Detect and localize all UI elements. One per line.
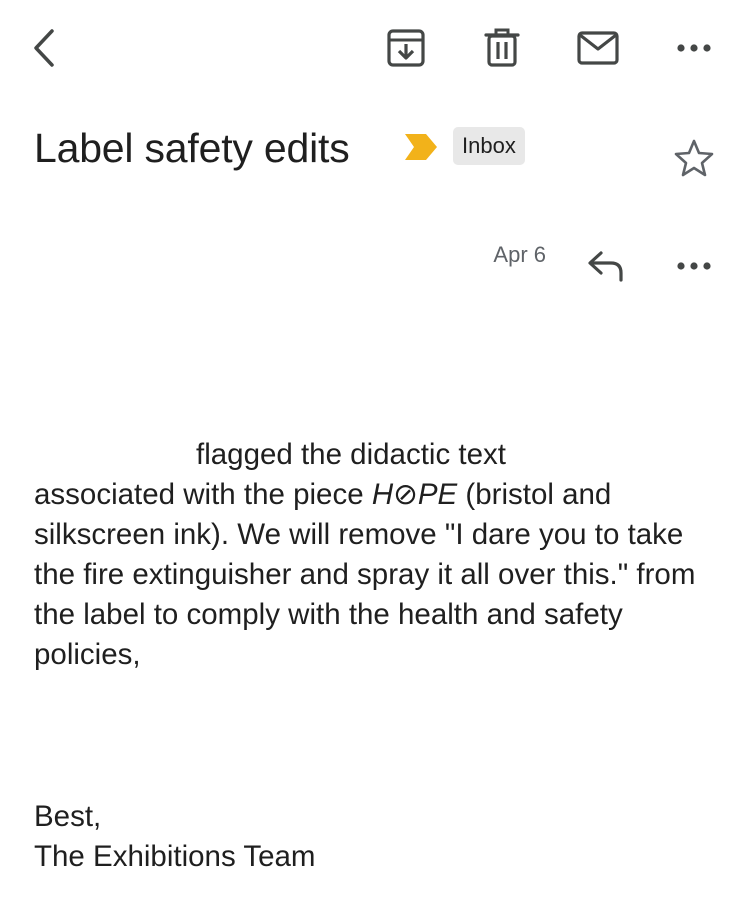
body-line-1: flagged the didactic text <box>196 438 506 471</box>
importance-marker[interactable] <box>404 133 438 166</box>
trash-icon <box>484 28 520 67</box>
message-date: Apr 6 <box>493 242 546 267</box>
reply-icon <box>588 251 623 282</box>
importance-icon <box>405 134 437 160</box>
inbox-label-chip[interactable]: Inbox <box>453 127 525 165</box>
back-button[interactable] <box>17 20 73 76</box>
star-button[interactable] <box>666 130 722 186</box>
body-text-before-title: associated with the piece <box>34 478 372 511</box>
signature: The Exhibitions Team <box>34 840 316 873</box>
archive-icon <box>387 29 425 67</box>
body-paragraph: associated with the piece H⊘PE (bristol … <box>34 475 724 675</box>
chevron-left-icon <box>34 29 54 67</box>
more-horizontal-icon <box>677 262 711 270</box>
mark-unread-button[interactable] <box>570 20 626 76</box>
mail-icon <box>577 31 619 65</box>
archive-button[interactable] <box>378 20 434 76</box>
top-toolbar <box>0 0 752 100</box>
delete-button[interactable] <box>474 20 530 76</box>
message-body: flagged the didactic text associated wit… <box>34 435 724 675</box>
email-subject: Label safety edits <box>34 125 350 171</box>
piece-title: H⊘PE <box>371 478 458 511</box>
more-button[interactable] <box>666 20 722 76</box>
message-more-button[interactable] <box>666 238 722 294</box>
star-icon <box>674 139 714 177</box>
signoff: Best, <box>34 800 102 833</box>
signature-block: Best, The Exhibitions Team <box>34 797 724 877</box>
body-first-line: flagged the didactic text <box>34 435 724 475</box>
reply-button[interactable] <box>578 238 634 294</box>
more-horizontal-icon <box>677 44 711 52</box>
